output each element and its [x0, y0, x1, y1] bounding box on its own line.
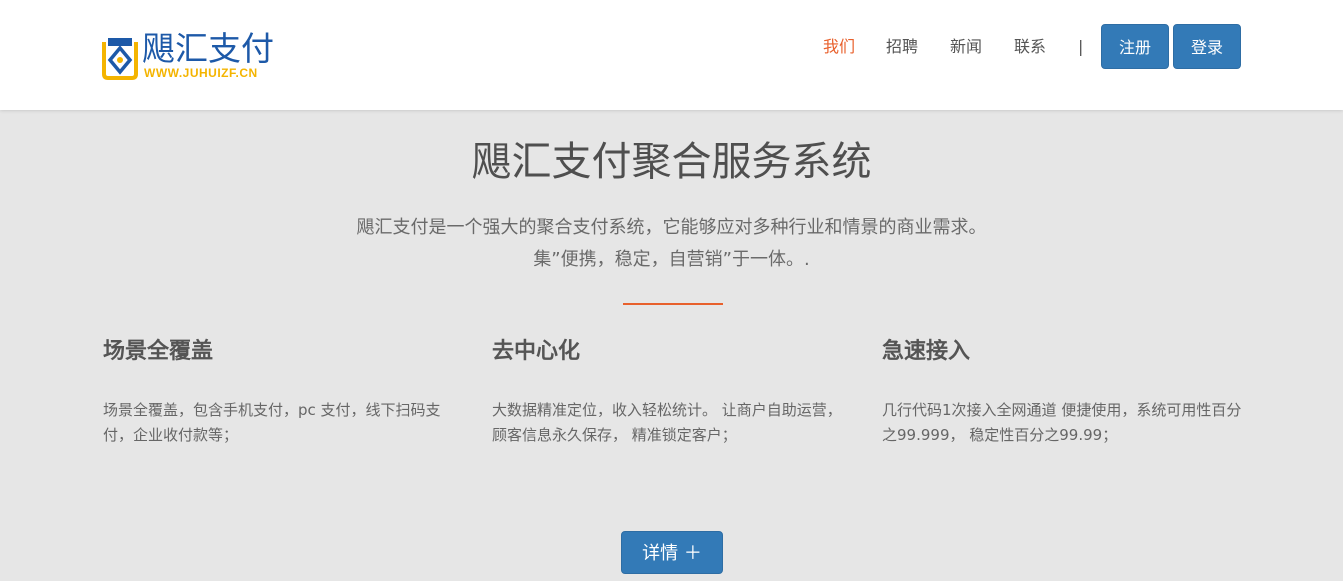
logo-url: WWW.JUHUIZF.CN — [144, 66, 258, 80]
register-button[interactable]: 注册 — [1101, 24, 1169, 69]
feature-title: 急速接入 — [882, 339, 971, 364]
feature-title: 去中心化 — [492, 339, 581, 364]
feature-title: 场景全覆盖 — [103, 339, 214, 364]
login-button[interactable]: 登录 — [1173, 24, 1241, 69]
feature-card: 急速接入 几行代码1次接入全网通道 便捷使用，系统可用性百分之99.999， 稳… — [882, 336, 1242, 448]
accent-divider — [623, 303, 723, 305]
details-button[interactable]: 详情 ＋ — [621, 531, 723, 574]
hero-title: 飓汇支付聚合服务系统 — [471, 139, 872, 185]
feature-card: 去中心化 大数据精准定位，收入轻松统计。 让商户自助运营，顾客信息永久保存， 精… — [492, 336, 842, 448]
nav-item-news[interactable]: 新闻 — [950, 37, 982, 57]
feature-card: 场景全覆盖 场景全覆盖，包含手机支付，pc 支付，线下扫码支付，企业收付款等； — [103, 336, 468, 448]
feature-text: 几行代码1次接入全网通道 便捷使用，系统可用性百分之99.999， 稳定性百分之… — [882, 401, 1242, 444]
nav-item-about[interactable]: 我们 — [823, 37, 855, 57]
logo-name: 飓汇支付 — [142, 29, 274, 68]
feature-text: 场景全覆盖，包含手机支付，pc 支付，线下扫码支付，企业收付款等； — [103, 401, 441, 444]
site-header: 飓汇支付 WWW.JUHUIZF.CN 我们 招聘 新闻 联系 | 注册 登录 — [0, 0, 1343, 110]
logo-mark-icon — [102, 38, 138, 80]
nav-item-jobs[interactable]: 招聘 — [886, 37, 918, 57]
site-logo[interactable]: 飓汇支付 WWW.JUHUIZF.CN — [102, 30, 302, 82]
hero-description-line-1: 飓汇支付是一个强大的聚合支付系统，它能够应对多种行业和情景的商业需求。 — [356, 217, 987, 238]
nav-item-contact[interactable]: 联系 — [1014, 37, 1046, 57]
nav-separator: | — [1078, 37, 1084, 56]
feature-text: 大数据精准定位，收入轻松统计。 让商户自助运营，顾客信息永久保存， 精准锁定客户… — [492, 401, 842, 444]
hero-description-line-2: 集”便携，稳定，自营销”于一体。. — [533, 249, 810, 270]
